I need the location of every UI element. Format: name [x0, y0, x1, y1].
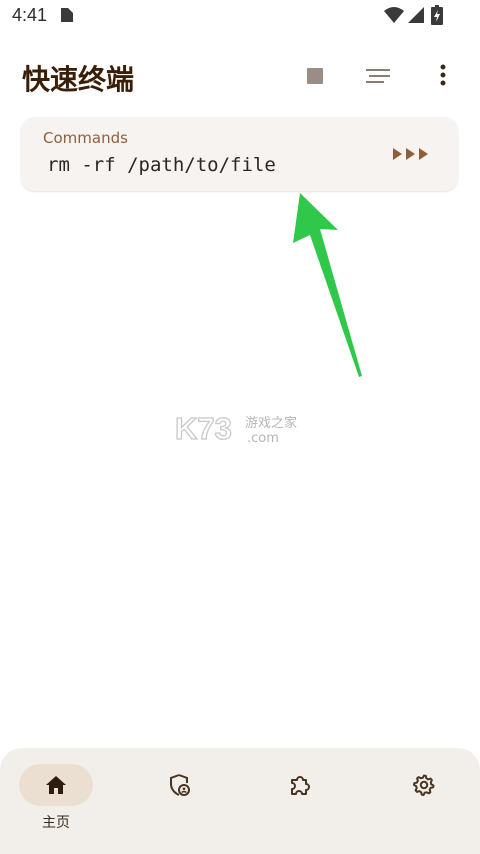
command-card-label: Commands: [43, 129, 128, 147]
status-time: 4:41: [12, 5, 48, 25]
watermark-com: .com: [247, 431, 279, 446]
notes-icon: [366, 69, 390, 83]
command-card[interactable]: Commands rm -rf /path/to/file: [21, 117, 458, 191]
battery-charging-icon: [431, 5, 443, 25]
annotation-arrow-icon: [293, 193, 362, 377]
bottom-navigation: 主页: [0, 748, 480, 854]
status-bar: 4:41: [0, 0, 480, 34]
gear-icon: [413, 774, 435, 796]
nav-label-home: 主页: [42, 815, 70, 831]
wifi-icon: [384, 7, 404, 23]
watermark-logo: K73 游戏之家 .com: [175, 410, 297, 446]
page-title: 快速终端: [22, 63, 135, 96]
nav-item-security[interactable]: [134, 748, 224, 848]
stop-icon: [307, 68, 323, 84]
watermark-cn: 游戏之家: [245, 415, 297, 431]
home-icon: [46, 776, 66, 794]
sim-card-icon: [61, 8, 73, 22]
log-button[interactable]: [360, 60, 396, 94]
command-text: rm -rf /path/to/file: [47, 154, 276, 176]
nav-item-home[interactable]: 主页: [11, 748, 101, 848]
run-command-button[interactable]: [387, 139, 435, 169]
puzzle-icon: [291, 776, 310, 795]
nav-item-settings[interactable]: [379, 748, 469, 848]
stop-button[interactable]: [298, 60, 332, 94]
more-options-button[interactable]: [428, 60, 458, 94]
app-bar: 快速终端: [0, 50, 480, 106]
nav-item-plugins[interactable]: [255, 748, 345, 848]
watermark-k73: K73: [175, 411, 232, 446]
triple-play-icon: [393, 148, 428, 160]
signal-icon: [408, 7, 424, 23]
shield-user-icon: [170, 774, 190, 796]
more-vert-icon: [440, 64, 446, 86]
